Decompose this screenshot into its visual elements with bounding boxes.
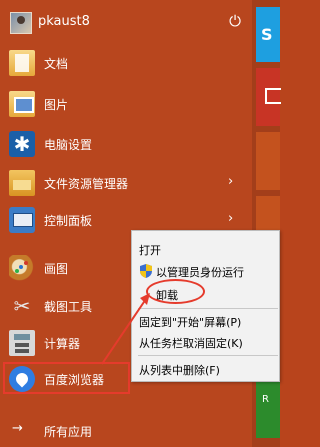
context-item-label: 固定到"开始"屏幕(P)	[139, 316, 242, 329]
context-separator	[138, 308, 278, 309]
context-item-label: 从任务栏取消固定(K)	[139, 337, 243, 350]
context-item-label: 打开	[139, 244, 161, 257]
context-item-run-as-admin[interactable]: 以管理员身份运行	[132, 261, 281, 281]
menu-item-label: 文档	[44, 57, 69, 71]
paint-palette-icon	[9, 255, 35, 281]
context-item-unpin-taskbar[interactable]: 从任务栏取消固定(K)	[132, 332, 281, 352]
tile-app-green[interactable]: R	[256, 378, 280, 438]
menu-item-label: 计算器	[44, 337, 81, 351]
menu-item-documents[interactable]: 文档	[0, 44, 252, 82]
context-item-remove-from-list[interactable]: 从列表中删除(F)	[132, 359, 281, 379]
arrow-right-icon: →	[12, 421, 23, 436]
pictures-folder-icon	[9, 91, 35, 117]
control-panel-icon	[9, 207, 35, 233]
menu-item-pictures[interactable]: 图片	[0, 85, 252, 123]
menu-item-label: 画图	[44, 262, 69, 276]
chevron-right-icon[interactable]: ›	[228, 174, 233, 189]
tile-skype[interactable]: S	[256, 7, 280, 62]
file-explorer-icon	[9, 170, 35, 196]
all-apps-label: 所有应用	[44, 425, 93, 439]
tile-app[interactable]	[256, 132, 280, 190]
context-item-label: 从列表中删除(F)	[139, 364, 220, 377]
annotation-uninstall-ring	[146, 279, 205, 304]
menu-item-label: 图片	[44, 98, 69, 112]
user-account-row[interactable]: pkaust8 ⏻	[0, 0, 252, 44]
calculator-icon	[9, 330, 35, 356]
context-separator	[138, 355, 278, 356]
user-name: pkaust8	[38, 14, 90, 29]
chevron-right-icon[interactable]: ›	[228, 211, 233, 226]
context-item-label: 以管理员身份运行	[156, 266, 244, 279]
documents-folder-icon	[9, 50, 35, 76]
tile-app[interactable]	[256, 68, 281, 126]
menu-item-pc-settings[interactable]: 电脑设置	[0, 125, 252, 163]
skype-icon: S	[261, 25, 273, 44]
menu-item-label: 电脑设置	[44, 138, 93, 152]
context-item-pin-to-start[interactable]: 固定到"开始"屏幕(P)	[132, 311, 281, 331]
menu-item-file-explorer[interactable]: 文件资源管理器 ›	[0, 164, 252, 202]
menu-item-label: 控制面板	[44, 214, 93, 228]
settings-gear-icon	[9, 131, 35, 157]
uac-shield-icon	[140, 264, 152, 278]
context-item-open[interactable]: 打开	[132, 239, 281, 259]
annotation-highlight-box	[3, 362, 130, 394]
menu-item-label: 截图工具	[44, 300, 93, 314]
context-menu: 打开 以管理员身份运行 卸载 固定到"开始"屏幕(P) 从任务栏取消固定(K) …	[131, 230, 280, 382]
menu-item-label: 文件资源管理器	[44, 177, 129, 191]
all-apps-button[interactable]: → 所有应用	[0, 413, 252, 447]
power-icon[interactable]: ⏻	[226, 12, 244, 30]
snipping-tool-icon	[9, 293, 35, 319]
user-avatar	[10, 12, 32, 34]
tile-label: R	[262, 394, 269, 405]
